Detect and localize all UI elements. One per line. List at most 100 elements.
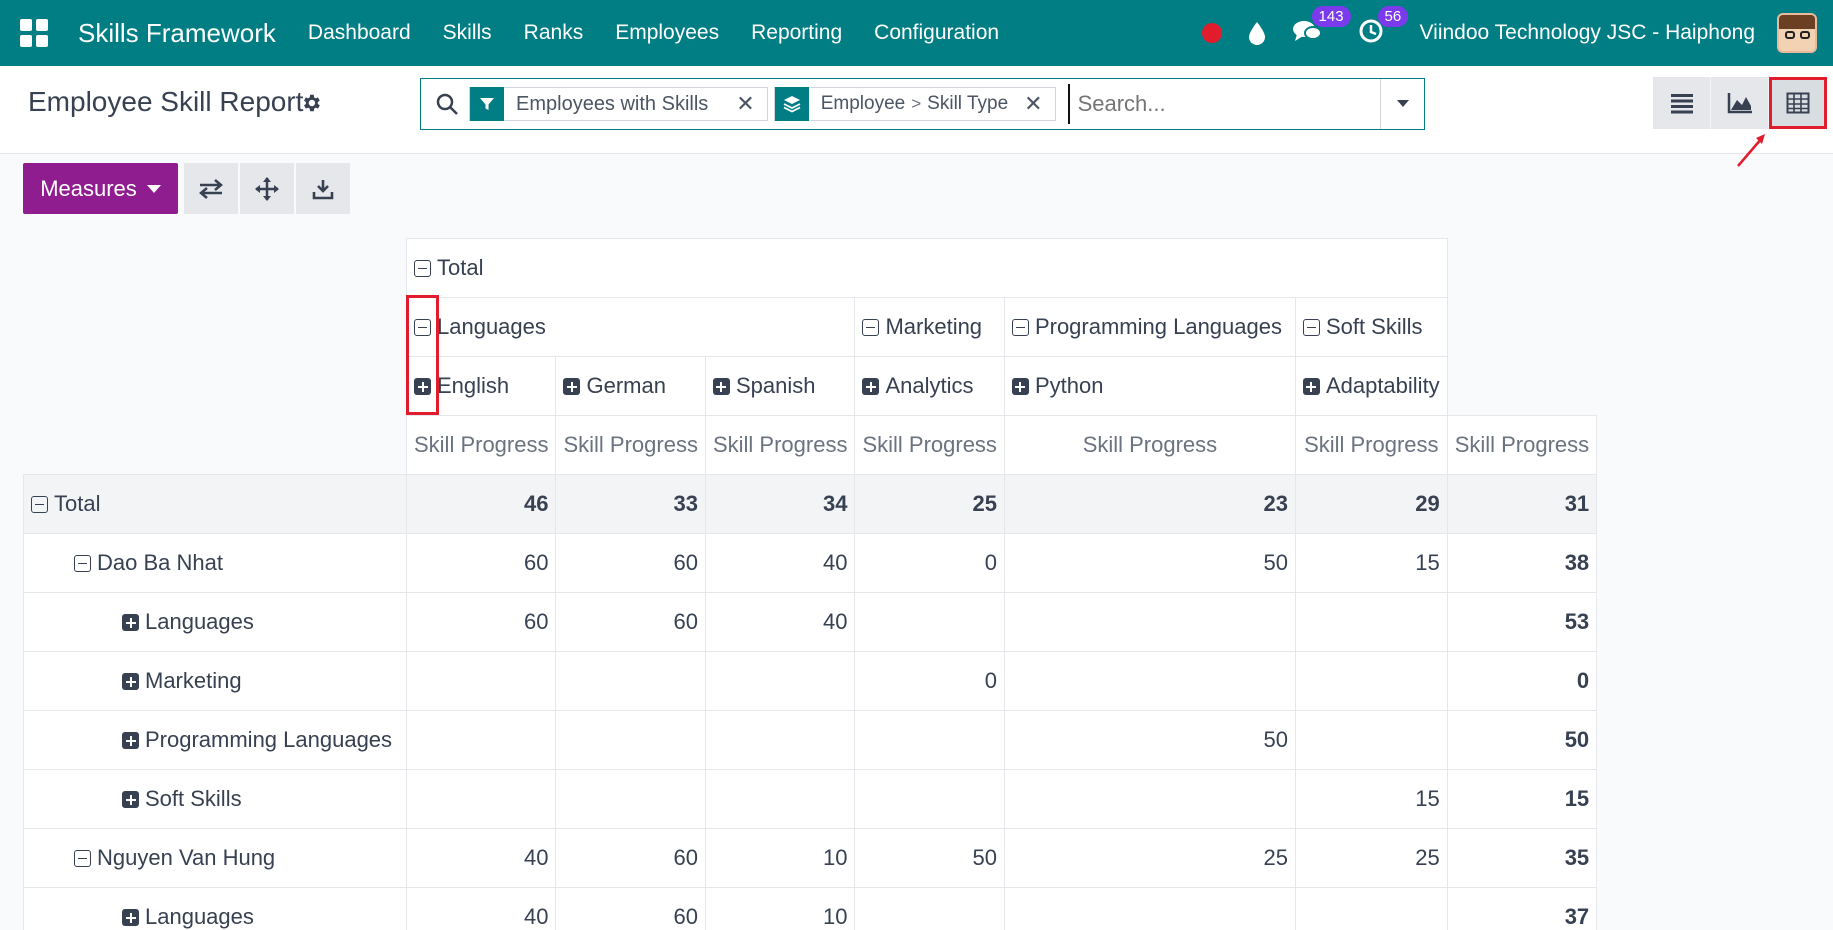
activities-systray[interactable]: 56 [1358, 5, 1409, 49]
value-cell[interactable]: 50 [854, 828, 1005, 888]
value-cell[interactable]: 40 [704, 592, 856, 652]
value-cell[interactable]: 25 [1294, 828, 1448, 888]
value-cell[interactable] [854, 592, 1005, 652]
col-header-adaptability[interactable]: Adaptability [1294, 356, 1448, 416]
measure-header[interactable]: Skill Progress [1294, 415, 1448, 475]
row-header[interactable]: Languages [23, 592, 407, 652]
value-cell[interactable] [1294, 592, 1448, 652]
measure-header[interactable]: Skill Progress [704, 415, 856, 475]
measure-header[interactable]: Skill Progress [1003, 415, 1296, 475]
value-cell[interactable]: 60 [555, 592, 706, 652]
value-cell[interactable]: 60 [555, 828, 706, 888]
value-cell[interactable] [854, 710, 1005, 770]
gear-icon[interactable] [300, 92, 322, 114]
value-cell[interactable]: 23 [1003, 474, 1296, 534]
measure-header[interactable]: Skill Progress [555, 415, 706, 475]
measure-header[interactable]: Skill Progress [854, 415, 1005, 475]
groupby-facet[interactable]: Employee > Skill Type ✕ [773, 87, 1056, 121]
value-cell[interactable]: 10 [704, 828, 856, 888]
value-cell[interactable] [1003, 592, 1296, 652]
menu-dashboard[interactable]: Dashboard [292, 21, 427, 45]
measure-header[interactable]: Skill Progress [405, 415, 557, 475]
graph-view-button[interactable] [1711, 77, 1769, 129]
record-dot-icon[interactable] [1201, 23, 1222, 43]
row-total-cell[interactable]: 53 [1446, 592, 1598, 652]
value-cell[interactable]: 10 [704, 887, 856, 930]
value-cell[interactable]: 0 [854, 651, 1005, 711]
row-header[interactable]: Programming Languages [23, 710, 407, 770]
value-cell[interactable] [704, 769, 856, 829]
value-cell[interactable] [854, 769, 1005, 829]
measures-button[interactable]: Measures [23, 163, 178, 214]
row-header[interactable]: Soft Skills [23, 769, 407, 829]
value-cell[interactable] [555, 651, 706, 711]
col-header-programming-languages[interactable]: Programming Languages [1003, 297, 1296, 357]
value-cell[interactable] [555, 710, 706, 770]
value-cell[interactable]: 60 [555, 887, 706, 930]
value-cell[interactable] [704, 710, 856, 770]
col-header-languages[interactable]: Languages [405, 297, 856, 357]
row-total-cell[interactable]: 50 [1446, 710, 1598, 770]
value-cell[interactable]: 46 [405, 474, 557, 534]
app-brand[interactable]: Skills Framework [78, 18, 276, 49]
row-header[interactable]: Marketing [23, 651, 407, 711]
value-cell[interactable] [405, 710, 557, 770]
row-total-cell[interactable]: 31 [1446, 474, 1598, 534]
value-cell[interactable]: 15 [1294, 769, 1448, 829]
value-cell[interactable]: 25 [854, 474, 1005, 534]
value-cell[interactable] [405, 651, 557, 711]
value-cell[interactable] [405, 769, 557, 829]
col-header-python[interactable]: Python [1003, 356, 1296, 416]
pivot-view-button[interactable] [1769, 77, 1827, 129]
col-header-soft-skills[interactable]: Soft Skills [1294, 297, 1448, 357]
value-cell[interactable]: 40 [405, 828, 557, 888]
value-cell[interactable]: 15 [1294, 533, 1448, 593]
search-icon[interactable] [435, 92, 459, 116]
row-header[interactable]: Total [23, 474, 407, 534]
value-cell[interactable]: 33 [555, 474, 706, 534]
remove-filter-icon[interactable]: ✕ [720, 91, 766, 117]
value-cell[interactable]: 40 [405, 887, 557, 930]
menu-skills[interactable]: Skills [427, 21, 508, 45]
row-header[interactable]: Nguyen Van Hung [23, 828, 407, 888]
filter-facet[interactable]: Employees with Skills ✕ [469, 87, 768, 121]
download-button[interactable] [296, 163, 350, 214]
value-cell[interactable]: 40 [704, 533, 856, 593]
list-view-button[interactable] [1653, 77, 1711, 129]
value-cell[interactable] [1003, 769, 1296, 829]
value-cell[interactable] [1003, 887, 1296, 930]
col-header-total[interactable]: Total [406, 238, 1448, 298]
col-header-german[interactable]: German [555, 356, 706, 416]
value-cell[interactable]: 60 [555, 533, 706, 593]
measure-header[interactable]: Skill Progress [1446, 415, 1598, 475]
value-cell[interactable] [555, 769, 706, 829]
value-cell[interactable] [854, 887, 1005, 930]
row-total-cell[interactable]: 38 [1446, 533, 1598, 593]
row-header[interactable]: Dao Ba Nhat [23, 533, 407, 593]
row-total-cell[interactable]: 15 [1446, 769, 1598, 829]
drop-icon[interactable] [1248, 21, 1266, 45]
flip-axis-button[interactable] [184, 163, 238, 214]
search-options-toggle[interactable] [1380, 79, 1424, 129]
col-header-spanish[interactable]: Spanish [704, 356, 856, 416]
col-header-marketing[interactable]: Marketing [854, 297, 1005, 357]
row-total-cell[interactable]: 0 [1446, 651, 1598, 711]
value-cell[interactable]: 60 [405, 533, 557, 593]
value-cell[interactable]: 29 [1294, 474, 1448, 534]
messages-systray[interactable]: 143 [1292, 5, 1351, 49]
value-cell[interactable] [1294, 710, 1448, 770]
menu-employees[interactable]: Employees [599, 21, 735, 45]
value-cell[interactable] [704, 651, 856, 711]
value-cell[interactable] [1003, 651, 1296, 711]
search-input[interactable] [1067, 84, 1380, 124]
expand-all-button[interactable] [240, 163, 294, 214]
user-avatar[interactable] [1777, 13, 1817, 53]
value-cell[interactable]: 50 [1003, 533, 1296, 593]
value-cell[interactable]: 50 [1003, 710, 1296, 770]
remove-groupby-icon[interactable]: ✕ [1008, 91, 1054, 117]
menu-ranks[interactable]: Ranks [508, 21, 600, 45]
apps-menu-icon[interactable] [20, 19, 48, 47]
menu-reporting[interactable]: Reporting [735, 21, 858, 45]
value-cell[interactable]: 25 [1003, 828, 1296, 888]
value-cell[interactable]: 34 [704, 474, 856, 534]
